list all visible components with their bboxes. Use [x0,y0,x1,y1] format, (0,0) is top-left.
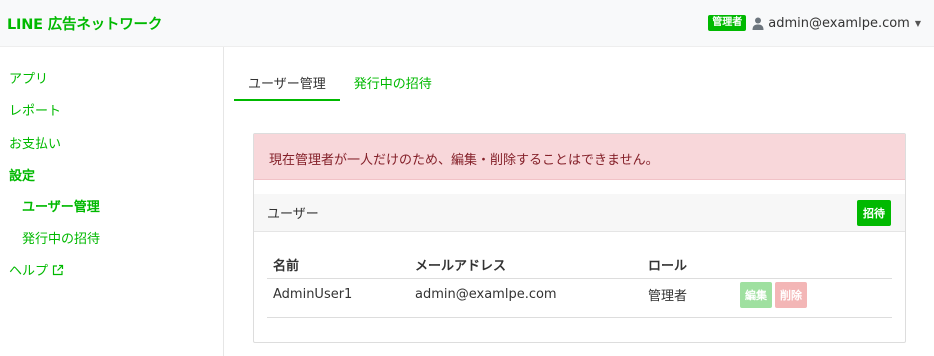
sidebar-item-label: アプリ [9,72,49,87]
column-header-role: ロール [642,244,734,279]
sidebar-item-apps[interactable]: アプリ [9,68,48,87]
tab-pending-invites[interactable]: 発行中の招待 [340,63,446,101]
brand-logo[interactable]: LINE 広告ネットワーク [7,13,162,34]
sidebar-item-reports[interactable]: レポート [9,100,61,119]
table-header-row: 名前 メールアドレス ロール [267,244,892,279]
sidebar-heading-settings: 設定 [9,165,35,184]
sidebar-item-label: ヘルプ [9,264,49,279]
users-card-title: ユーザー [267,207,319,222]
admin-warning-alert: 現在管理者が一人だけのため、編集・削除することはできません。 [254,134,905,180]
tab-bar: ユーザー管理 発行中の招待 [234,63,446,101]
sidebar-item-user-management[interactable]: ユーザー管理 [22,196,100,215]
column-header-name: 名前 [267,244,409,279]
top-header: LINE 広告ネットワーク 管理者 admin@examlpe.com ▼ [0,0,934,47]
delete-button[interactable]: 削除 [775,281,807,308]
users-card-header: ユーザー 招待 [254,194,905,232]
invite-button[interactable]: 招待 [857,199,891,226]
user-menu[interactable]: admin@examlpe.com ▼ [752,16,921,31]
role-badge: 管理者 [708,15,747,31]
column-header-actions [734,244,892,279]
sidebar-item-help[interactable]: ヘルプ [9,260,64,279]
users-table: 名前 メールアドレス ロール AdminUser1 admin@examlpe.… [267,244,892,318]
sidebar-item-pending-invites[interactable]: 発行中の招待 [22,228,100,247]
table-row: AdminUser1 admin@examlpe.com 管理者 編集 削除 [267,278,892,318]
sidebar-item-label: 設定 [9,169,36,184]
user-name: AdminUser1 [267,278,409,318]
user-role: 管理者 [642,278,734,318]
external-link-icon [52,264,64,276]
user-email-cell: admin@examlpe.com [409,278,642,318]
row-actions: 編集 削除 [734,278,892,318]
sidebar-item-label: 発行中の招待 [22,232,101,247]
sidebar-item-label: ユーザー管理 [22,200,100,215]
users-card: 現在管理者が一人だけのため、編集・削除することはできません。 ユーザー 招待 名… [253,133,906,343]
user-area: 管理者 admin@examlpe.com ▼ [708,15,921,31]
sidebar-item-label: お支払い [9,137,62,152]
edit-button[interactable]: 編集 [740,281,772,308]
user-icon [752,17,764,30]
column-header-email: メールアドレス [409,244,642,279]
sidebar-item-label: レポート [9,104,62,119]
tab-user-management[interactable]: ユーザー管理 [234,63,340,101]
sidebar-item-payments[interactable]: お支払い [9,133,61,152]
chevron-down-icon: ▼ [914,18,921,28]
sidebar: アプリ レポート お支払い 設定 ユーザー管理 発行中の招待 ヘルプ [0,47,224,356]
user-email: admin@examlpe.com [768,15,910,31]
